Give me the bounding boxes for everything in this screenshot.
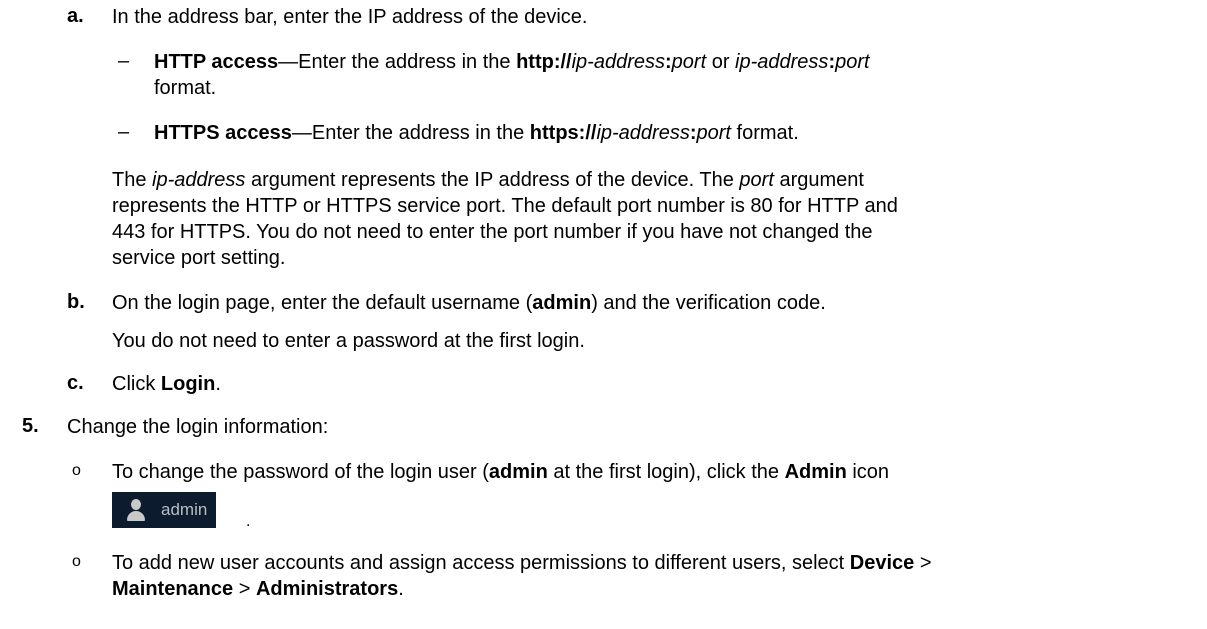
step-b-note: You do not need to enter a password at t… [112, 330, 585, 352]
note-line-1: The ip-address argument represents the I… [112, 169, 864, 191]
user-icon [126, 498, 146, 522]
http-access-label: HTTP access [154, 51, 279, 73]
http-dash: – [118, 50, 130, 72]
note-line-4: service port setting. [112, 247, 286, 269]
admin-icon: admin [112, 492, 216, 528]
note-line-2: represents the HTTP or HTTPS service por… [112, 195, 898, 217]
http-access-cont: format. [154, 77, 217, 99]
bullet-1-glyph: o [72, 462, 81, 479]
step-5-text: Change the login information: [67, 416, 329, 438]
bullet-1-text: To change the password of the login user… [112, 461, 890, 483]
https-access-label: HTTPS access [154, 122, 292, 144]
https-dash: – [118, 121, 130, 143]
https-access-line: HTTPS access—Enter the address in the ht… [154, 122, 799, 144]
step-b-marker: b. [67, 291, 85, 313]
note-line-3: 443 for HTTPS. You do not need to enter … [112, 221, 873, 243]
step-c-marker: c. [67, 372, 84, 394]
admin-icon-label: admin [161, 500, 208, 519]
bullet-2-line-2: Maintenance > Administrators. [112, 578, 404, 600]
bullet-2-line-1: To add new user accounts and assign acce… [112, 552, 932, 574]
bullet-2-glyph: o [72, 553, 81, 570]
step-a-marker: a. [67, 5, 84, 27]
step-b-text: On the login page, enter the default use… [112, 292, 826, 314]
bullet-1-period: . [246, 513, 251, 530]
step-a-text: In the address bar, enter the IP address… [112, 6, 588, 28]
step-5-marker: 5. [22, 415, 39, 437]
step-c-text: Click Login. [112, 373, 221, 395]
http-access-line: HTTP access—Enter the address in the htt… [154, 51, 870, 73]
